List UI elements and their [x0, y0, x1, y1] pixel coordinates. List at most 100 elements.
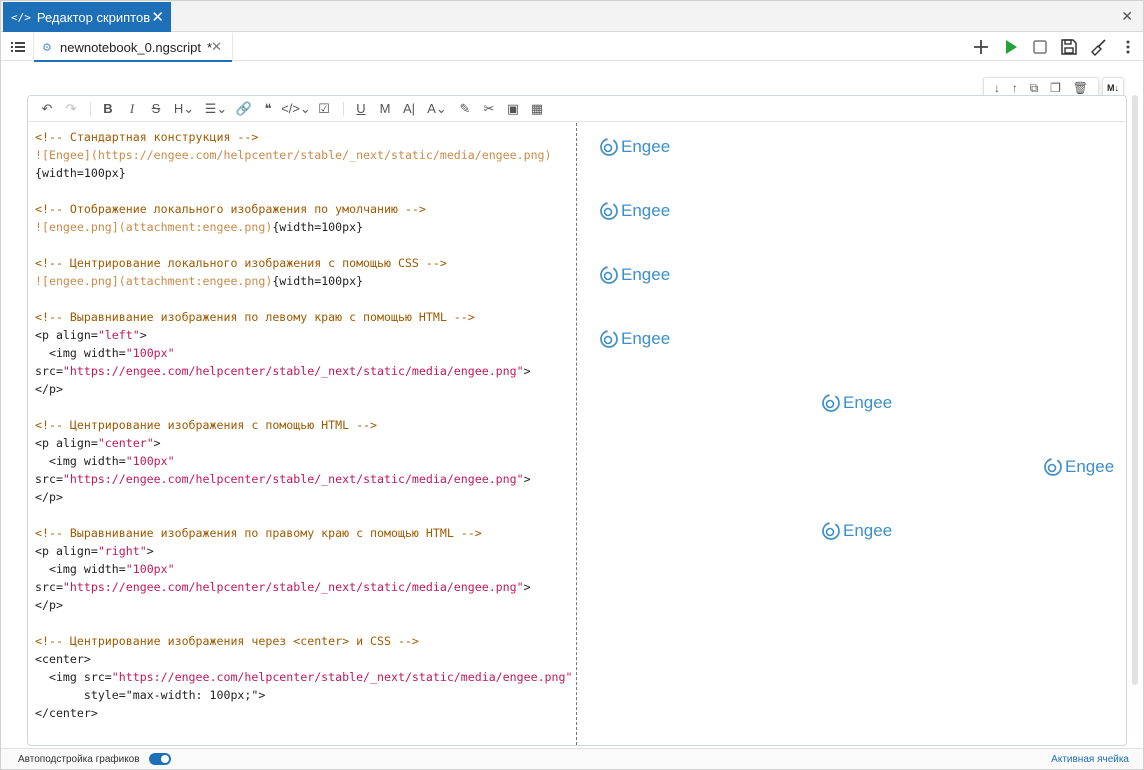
copy-icon[interactable]: ⧉ [1030, 81, 1039, 96]
close-icon[interactable]: ✕ [211, 39, 222, 55]
window-close-icon[interactable]: ✕ [1121, 8, 1133, 25]
engee-logo-icon [1044, 458, 1062, 476]
cut-icon[interactable]: ✂ [478, 98, 500, 120]
code-line: <p align="center"> [35, 434, 576, 452]
engee-logo-image: Engee [821, 519, 892, 543]
code-token: "https://engee.com/helpcenter/stable/_ne… [62, 472, 524, 486]
strikethrough-icon[interactable]: S [145, 98, 167, 120]
code-token: <img width= [35, 454, 126, 468]
underline-icon[interactable]: U [350, 98, 372, 120]
move-up-icon[interactable]: ↑ [1012, 81, 1018, 95]
list-format-icon[interactable]: ☰⌄ [201, 98, 231, 120]
mark-icon[interactable]: M [374, 98, 396, 120]
code-line: <!-- Отображение локального изображения … [35, 200, 576, 218]
more-icon[interactable] [1118, 37, 1138, 57]
heading-icon[interactable]: H⌄ [169, 98, 199, 120]
redo-icon[interactable]: ↷ [60, 98, 82, 120]
engee-logo-image: Engee [599, 263, 670, 287]
run-icon[interactable] [1001, 37, 1021, 57]
table-icon[interactable]: ▦ [526, 98, 548, 120]
code-line: <!-- Выравнивание изображения по правому… [35, 524, 576, 542]
code-token: src= [35, 580, 63, 594]
autosize-toggle[interactable] [149, 753, 171, 765]
code-token: > [258, 688, 266, 702]
engee-logo-text: Engee [621, 329, 671, 348]
add-icon[interactable] [971, 37, 991, 57]
code-token: {width=100px} [35, 166, 126, 180]
file-tab-name: newnotebook_0.ngscript [60, 39, 201, 55]
checkbox-icon[interactable]: ☑ [313, 98, 335, 120]
code-line: <img width="100px" [35, 452, 576, 470]
engee-logo-text: Engee [621, 265, 671, 284]
code-line: ![Engee](https://engee.com/helpcenter/st… [35, 146, 576, 164]
code-block-icon[interactable]: </>⌄ [281, 98, 311, 120]
code-token: "https://engee.com/helpcenter/stable/_ne… [62, 364, 524, 378]
undo-icon[interactable]: ↶ [36, 98, 58, 120]
bold-icon[interactable]: B [97, 98, 119, 120]
move-down-icon[interactable]: ↓ [994, 81, 1000, 95]
code-token: > [523, 364, 531, 378]
window-tab-label: Редактор скриптов [36, 9, 151, 25]
code-token: ![engee.png](attachment:engee.png) [35, 220, 273, 234]
code-token: "100px" [125, 562, 175, 576]
duplicate-icon[interactable]: ❐ [1050, 81, 1061, 95]
font-size-icon[interactable]: A| [398, 98, 420, 120]
engee-logo-icon [600, 330, 618, 348]
window-tab-bar: </> Редактор скриптов ✕ ✕ [1, 1, 1143, 32]
engee-logo-icon [600, 266, 618, 284]
save-icon[interactable] [1059, 37, 1079, 57]
code-token: <center> [35, 652, 91, 666]
engee-logo-icon [600, 202, 618, 220]
code-token: "https://engee.com/helpcenter/stable/_ne… [111, 670, 573, 684]
code-token: <img width= [35, 346, 126, 360]
markdown-cell[interactable]: ↶ ↷ B I S H⌄ ☰⌄ 🔗 ❝ </>⌄ ☑ U M A| A⌄ ✎ ✂… [27, 95, 1127, 746]
markdown-source-editor[interactable]: <!-- Стандартная конструкция --> ![Engee]… [28, 123, 577, 745]
code-token: "center" [97, 436, 154, 450]
quote-icon[interactable]: ❝ [257, 98, 279, 120]
code-token: > [153, 436, 161, 450]
link-icon[interactable]: 🔗 [233, 98, 255, 120]
font-color-icon[interactable]: A⌄ [422, 98, 452, 120]
italic-icon[interactable]: I [121, 98, 143, 120]
code-line: ![engee.png](attachment:engee.png){width… [35, 218, 576, 236]
code-token: > [523, 580, 531, 594]
window-tab-script-editor[interactable]: </> Редактор скриптов ✕ [3, 2, 171, 32]
image-icon[interactable]: ▣ [502, 98, 524, 120]
stop-icon[interactable] [1030, 37, 1050, 57]
code-token: <!-- Выравнивание изображения по левому … [35, 310, 475, 324]
engee-logo-text: Engee [843, 521, 893, 540]
scrollbar[interactable] [1132, 95, 1138, 685]
autosize-label: Автоподстройка графиков [18, 754, 140, 765]
code-token: ![Engee](https://engee.com/helpcenter/st… [35, 148, 552, 162]
code-line: </p> [35, 488, 576, 506]
engee-logo-text: Engee [843, 393, 893, 412]
active-cell-link[interactable]: Активная ячейка [1051, 754, 1129, 765]
code-line: <p align="right"> [35, 542, 576, 560]
script-file-icon: ⚙ [42, 42, 52, 54]
close-icon[interactable]: ✕ [151, 8, 164, 26]
code-token: style= [35, 688, 126, 702]
engee-logo-image: Engee [1043, 455, 1114, 479]
code-line: </p> [35, 596, 576, 614]
code-token: <!-- Отображение локального изображения … [35, 202, 426, 216]
code-token: <!-- Стандартная конструкция --> [35, 130, 259, 144]
delete-icon[interactable]: 🗑 [1073, 81, 1088, 95]
code-line: ![engee.png](attachment:engee.png){width… [35, 272, 576, 290]
code-line: <img src="https://engee.com/helpcenter/s… [35, 668, 576, 686]
code-token: "100px" [125, 454, 175, 468]
clear-icon[interactable] [1088, 37, 1108, 57]
note-icon[interactable]: ✎ [454, 98, 476, 120]
file-tab[interactable]: ⚙ newnotebook_0.ngscript * ✕ [33, 33, 233, 62]
code-token: <img src= [35, 670, 112, 684]
code-token: ![engee.png](attachment:engee.png) [35, 274, 273, 288]
code-line: <!-- Центрирование изображения с помощью… [35, 416, 576, 434]
list-icon[interactable] [10, 39, 26, 55]
code-token: </p> [35, 490, 63, 504]
code-line: <!-- Центрирование локального изображени… [35, 254, 576, 272]
